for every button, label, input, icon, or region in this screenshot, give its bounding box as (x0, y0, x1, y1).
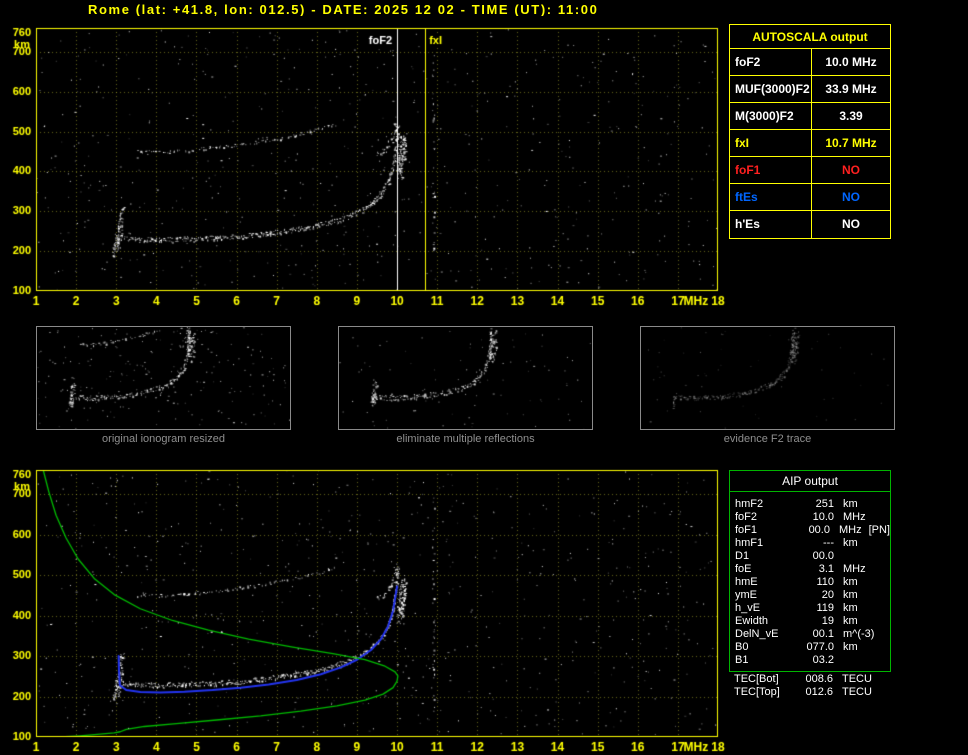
aip-row-hmE: hmE110 km (730, 576, 890, 589)
aip-row-B1: B103.2 (730, 654, 890, 667)
param-value: --- (796, 537, 834, 550)
aip-row-B0: B0077.0 km (730, 641, 890, 654)
param-value: 19 (796, 615, 834, 628)
param-unit: km (843, 641, 858, 654)
param-unit: km (843, 602, 858, 615)
param-value: 110 (796, 576, 834, 589)
param-value: NO (812, 184, 890, 210)
param-name: B1 (730, 654, 796, 667)
param-unit: km (843, 589, 858, 602)
param-value: 20 (796, 589, 834, 602)
row-M3000F2: M(3000)F2 3.39 (730, 103, 890, 130)
param-value: 00.0 (796, 550, 834, 563)
aip-row-TEC-Top: TEC[Top]012.6 TECU (729, 686, 891, 699)
param-name: M(3000)F2 (730, 103, 812, 129)
aip-row-foF2: foF210.0 MHz (730, 511, 890, 524)
param-note: [PN] (869, 524, 890, 537)
param-value: 33.9 MHz (812, 76, 890, 102)
row-foF1: foF1 NO (730, 157, 890, 184)
thumbnail-caption-original: original ionogram resized (36, 433, 291, 445)
param-name: foF1 (730, 157, 812, 183)
row-fxI: fxI 10.7 MHz (730, 130, 890, 157)
param-unit: m^(-3) (843, 628, 874, 641)
thumbnail-original-canvas (36, 326, 291, 430)
row-ftEs: ftEs NO (730, 184, 890, 211)
aip-output-panel: AIP output hmF2251km foF210.0MHz foF100.… (729, 470, 891, 672)
param-name: foF2 (730, 511, 796, 524)
param-value: 00.1 (796, 628, 834, 641)
param-unit: MHz (843, 563, 866, 576)
param-value: 012.6 (795, 686, 833, 699)
param-name: DelN_vE (730, 628, 796, 641)
bottom-ionogram-canvas (0, 456, 728, 755)
param-value: NO (812, 211, 890, 238)
param-value: 10.7 MHz (812, 130, 890, 156)
autoscala-table-title: AUTOSCALA output (730, 25, 890, 49)
param-name: foF2 (730, 49, 812, 75)
param-value: 008.6 (795, 673, 833, 686)
param-name: ftEs (730, 184, 812, 210)
param-name: foE (730, 563, 796, 576)
top-ionogram-canvas (0, 16, 728, 316)
row-MUF3000F2: MUF(3000)F2 33.9 MHz (730, 76, 890, 103)
param-name: B0 (730, 641, 796, 654)
param-name: TEC[Bot] (729, 673, 795, 686)
param-unit: TECU (842, 686, 872, 699)
aip-row-D1: D100.0 (730, 550, 890, 563)
thumbnail-caption-f2: evidence F2 trace (640, 433, 895, 445)
param-unit: km (843, 615, 858, 628)
param-unit: MHz (843, 511, 866, 524)
param-name: hmF1 (730, 537, 796, 550)
row-hEs: h'Es NO (730, 211, 890, 238)
aip-row-hmF2: hmF2251 km (730, 498, 890, 511)
param-value: 119 (796, 602, 834, 615)
row-foF2: foF2 10.0 MHz (730, 49, 890, 76)
aip-row-Ewidth: Ewidth19 km (730, 615, 890, 628)
aip-row-ymE: ymE20 km (730, 589, 890, 602)
param-unit: km (843, 576, 858, 589)
param-unit: MHz (839, 524, 862, 537)
param-unit: km (843, 537, 858, 550)
param-value: 03.2 (796, 654, 834, 667)
autoscala-output-table: AUTOSCALA output foF2 10.0 MHz MUF(3000)… (729, 24, 891, 239)
aip-row-hmF1: hmF1--- km (730, 537, 890, 550)
thumbnail-f2-trace-canvas (640, 326, 895, 430)
autoscala-window: { "header": { "title": "Rome (lat: +41.8… (0, 0, 968, 755)
station-date-title: Rome (lat: +41.8, lon: 012.5) - DATE: 20… (88, 2, 598, 17)
param-value: 10.0 (796, 511, 834, 524)
param-value: 3.39 (812, 103, 890, 129)
param-name: Ewidth (730, 615, 796, 628)
param-name: D1 (730, 550, 796, 563)
aip-panel-title: AIP output (730, 471, 890, 492)
aip-row-h_vE: h_vE119 km (730, 602, 890, 615)
thumbnail-caption-clean: eliminate multiple reflections (338, 433, 593, 445)
param-name: hmF2 (730, 498, 796, 511)
param-name: foF1 (730, 524, 794, 537)
param-name: TEC[Top] (729, 686, 795, 699)
param-value: 10.0 MHz (812, 49, 890, 75)
param-value: 077.0 (796, 641, 834, 654)
param-name: MUF(3000)F2 (730, 76, 812, 102)
param-value: NO (812, 157, 890, 183)
aip-row-TEC-Bot: TEC[Bot]008.6 TECU (729, 673, 891, 686)
aip-row-foE: foE3.1 MHz (730, 563, 890, 576)
param-value: 251 (796, 498, 834, 511)
thumbnail-clean-canvas (338, 326, 593, 430)
param-name: hmE (730, 576, 796, 589)
param-name: h_vE (730, 602, 796, 615)
param-name: ymE (730, 589, 796, 602)
tec-rows: TEC[Bot]008.6 TECU TEC[Top]012.6 TECU (729, 673, 891, 699)
param-name: h'Es (730, 211, 812, 238)
aip-row-foF1: foF100.0 MHz [PN] (730, 524, 890, 537)
param-unit: km (843, 498, 858, 511)
aip-rows: hmF2251km foF210.0MHz foF100.0MHz[PN] hm… (730, 492, 890, 671)
param-value: 3.1 (796, 563, 834, 576)
aip-row-DelN_vE: DelN_vE00.1 m^(-3) (730, 628, 890, 641)
param-name: fxI (730, 130, 812, 156)
param-value: 00.0 (794, 524, 830, 537)
param-unit: TECU (842, 673, 872, 686)
